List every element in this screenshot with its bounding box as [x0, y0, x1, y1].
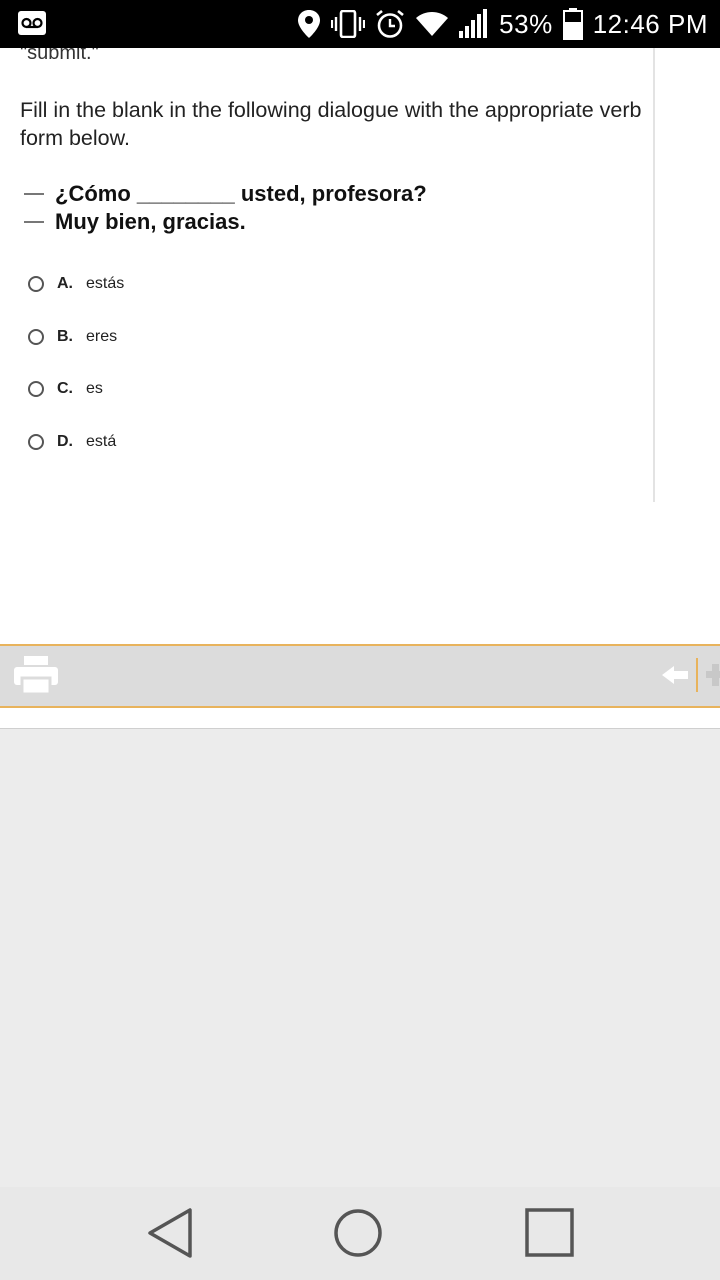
- question-instruction: Fill in the blank in the following dialo…: [20, 98, 642, 150]
- content-divider: [653, 48, 655, 502]
- status-bar: 53% 12:46 PM: [0, 0, 720, 48]
- print-icon[interactable]: [14, 656, 58, 698]
- option-b[interactable]: B. eres: [28, 311, 124, 364]
- option-text: es: [86, 380, 103, 398]
- answer-options: A. estás B. eres C. es D. está: [28, 258, 124, 468]
- option-text: está: [86, 432, 117, 450]
- toolbar-spacer: [0, 708, 720, 729]
- radio-button[interactable]: [28, 328, 44, 345]
- recents-square-icon[interactable]: [524, 1207, 576, 1259]
- home-circle-icon[interactable]: [332, 1207, 384, 1259]
- dialogue-line-text: Muy bien, gracias.: [55, 209, 246, 234]
- dialogue: ¿Cómo ________ usted, profesora? Muy bie…: [24, 180, 427, 236]
- battery-icon: [562, 8, 583, 40]
- wifi-icon: [415, 11, 449, 37]
- dialogue-line: ¿Cómo ________ usted, profesora?: [24, 180, 427, 208]
- clock: 12:46 PM: [592, 8, 708, 39]
- option-text: estás: [86, 275, 125, 293]
- navigation-bar: [0, 1187, 720, 1280]
- back-triangle-icon[interactable]: [144, 1207, 196, 1259]
- option-c[interactable]: C. es: [28, 363, 124, 416]
- option-text: eres: [86, 327, 118, 345]
- cut-off-text: "submit.": [20, 48, 99, 64]
- back-arrow-icon[interactable]: [662, 666, 688, 688]
- option-letter: C.: [57, 380, 73, 398]
- dash-icon: [24, 193, 44, 195]
- radio-button[interactable]: [28, 433, 44, 450]
- signal-icon: [459, 9, 489, 39]
- vibrate-icon: [331, 10, 366, 38]
- dash-icon: [24, 221, 44, 223]
- toolbar-divider: [696, 658, 698, 692]
- option-letter: A.: [57, 275, 73, 293]
- empty-area: [0, 729, 720, 1187]
- battery-percent: 53%: [499, 8, 553, 39]
- question-content: "submit." Fill in the blank in the follo…: [0, 48, 720, 644]
- bottom-toolbar: [0, 644, 720, 708]
- dialogue-line-text: ¿Cómo ________ usted, profesora?: [55, 181, 427, 206]
- plus-icon[interactable]: [706, 664, 720, 686]
- option-d[interactable]: D. está: [28, 416, 124, 469]
- location-icon: [297, 9, 321, 39]
- alarm-icon: [375, 9, 405, 39]
- dialogue-line: Muy bien, gracias.: [24, 208, 427, 236]
- radio-button[interactable]: [28, 381, 44, 398]
- option-letter: D.: [57, 432, 73, 450]
- radio-button[interactable]: [28, 276, 44, 293]
- option-letter: B.: [57, 327, 73, 345]
- voicemail-icon: [18, 11, 46, 35]
- option-a[interactable]: A. estás: [28, 258, 124, 311]
